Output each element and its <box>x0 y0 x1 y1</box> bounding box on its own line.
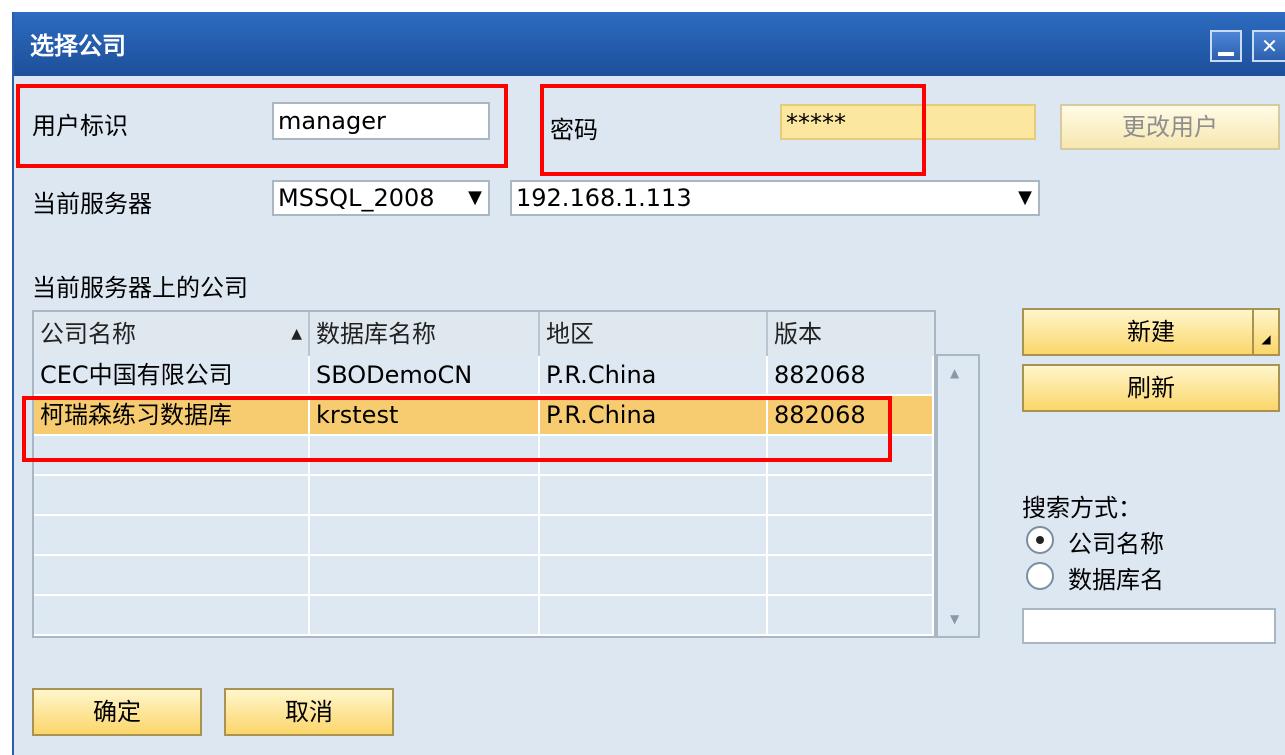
cell-version: 882068 <box>768 356 934 396</box>
search-mode-label: 搜索方式： <box>1022 494 1142 522</box>
dropdown-corner-icon: ◢ <box>1252 310 1278 354</box>
window-title: 选择公司 <box>30 32 126 60</box>
user-id-label: 用户标识 <box>32 112 128 140</box>
table-row-empty[interactable] <box>34 596 934 636</box>
col-header-label: 公司名称 <box>40 320 136 348</box>
cell-region: P.R.China <box>540 396 768 436</box>
search-input[interactable] <box>1022 608 1276 644</box>
chevron-down-icon: ▼ <box>468 187 482 208</box>
col-header-database[interactable]: 数据库名称 <box>310 312 540 356</box>
cancel-button[interactable]: 取消 <box>224 688 394 736</box>
col-header-version[interactable]: 版本 <box>768 312 934 356</box>
companies-table: 公司名称 ▲ 数据库名称 地区 版本 CEC中国有限公司 SBODemoCN P… <box>32 310 936 638</box>
new-button[interactable]: 新建 ◢ <box>1022 308 1280 356</box>
sort-ascending-icon: ▲ <box>291 326 302 342</box>
table-row-empty[interactable] <box>34 476 934 516</box>
change-user-button[interactable]: 更改用户 <box>1060 104 1280 150</box>
password-label: 密码 <box>550 116 598 144</box>
table-row-empty[interactable] <box>34 516 934 556</box>
server-type-dropdown[interactable]: MSSQL_2008 ▼ <box>272 180 490 216</box>
refresh-button[interactable]: 刷新 <box>1022 364 1280 412</box>
chevron-down-icon: ▼ <box>1018 187 1032 208</box>
radio-database-name[interactable] <box>1026 562 1054 590</box>
cell-company: CEC中国有限公司 <box>34 356 310 396</box>
col-header-company[interactable]: 公司名称 ▲ <box>34 312 310 356</box>
close-button[interactable]: ✕ <box>1252 30 1285 62</box>
server-ip-dropdown[interactable]: 192.168.1.113 ▼ <box>510 180 1040 216</box>
server-type-value: MSSQL_2008 <box>278 184 435 212</box>
radio-database-name-label: 数据库名 <box>1068 566 1164 594</box>
radio-company-name[interactable] <box>1026 526 1054 554</box>
minimize-icon <box>1218 52 1234 56</box>
cell-region: P.R.China <box>540 356 768 396</box>
table-row[interactable]: CEC中国有限公司 SBODemoCN P.R.China 882068 <box>34 356 934 396</box>
minimize-button[interactable] <box>1210 30 1242 62</box>
radio-company-name-label: 公司名称 <box>1068 530 1164 558</box>
cell-database: SBODemoCN <box>310 356 540 396</box>
table-row-empty[interactable] <box>34 556 934 596</box>
close-icon: ✕ <box>1261 34 1278 58</box>
ok-button[interactable]: 确定 <box>32 688 202 736</box>
select-company-dialog: 选择公司 ✕ 用户标识 manager 密码 ***** 更改用户 当前服务器 … <box>12 12 1285 755</box>
user-id-field[interactable]: manager <box>272 102 490 140</box>
cell-company: 柯瑞森练习数据库 <box>34 396 310 436</box>
title-bar: 选择公司 ✕ <box>14 12 1285 76</box>
table-row-empty[interactable] <box>34 436 934 476</box>
server-ip-value: 192.168.1.113 <box>516 184 692 212</box>
table-scrollbar[interactable]: ▲ ▼ <box>936 354 980 638</box>
server-label: 当前服务器 <box>32 190 152 218</box>
password-field[interactable]: ***** <box>780 104 1036 140</box>
cell-version: 882068 <box>768 396 934 436</box>
scroll-up-icon[interactable]: ▲ <box>950 366 959 380</box>
table-row-selected[interactable]: 柯瑞森练习数据库 krstest P.R.China 882068 <box>34 396 934 436</box>
companies-section-label: 当前服务器上的公司 <box>32 274 248 302</box>
col-header-region[interactable]: 地区 <box>540 312 768 356</box>
new-button-label: 新建 <box>1127 318 1175 346</box>
scroll-down-icon[interactable]: ▼ <box>950 612 959 626</box>
cell-database: krstest <box>310 396 540 436</box>
